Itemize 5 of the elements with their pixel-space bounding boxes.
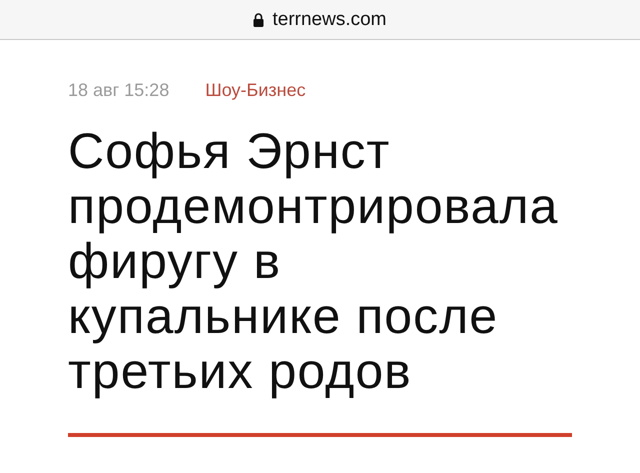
address-bar[interactable]: terrnews.com [0, 0, 640, 40]
category-link[interactable]: Шоу-Бизнес [205, 78, 306, 102]
url-text: terrnews.com [272, 8, 387, 30]
article-date: 18 авг 15:28 [68, 79, 170, 102]
article-headline: Софья Эрнст продемонтрировала фиругу в купальнике после третьих родов [68, 124, 560, 399]
